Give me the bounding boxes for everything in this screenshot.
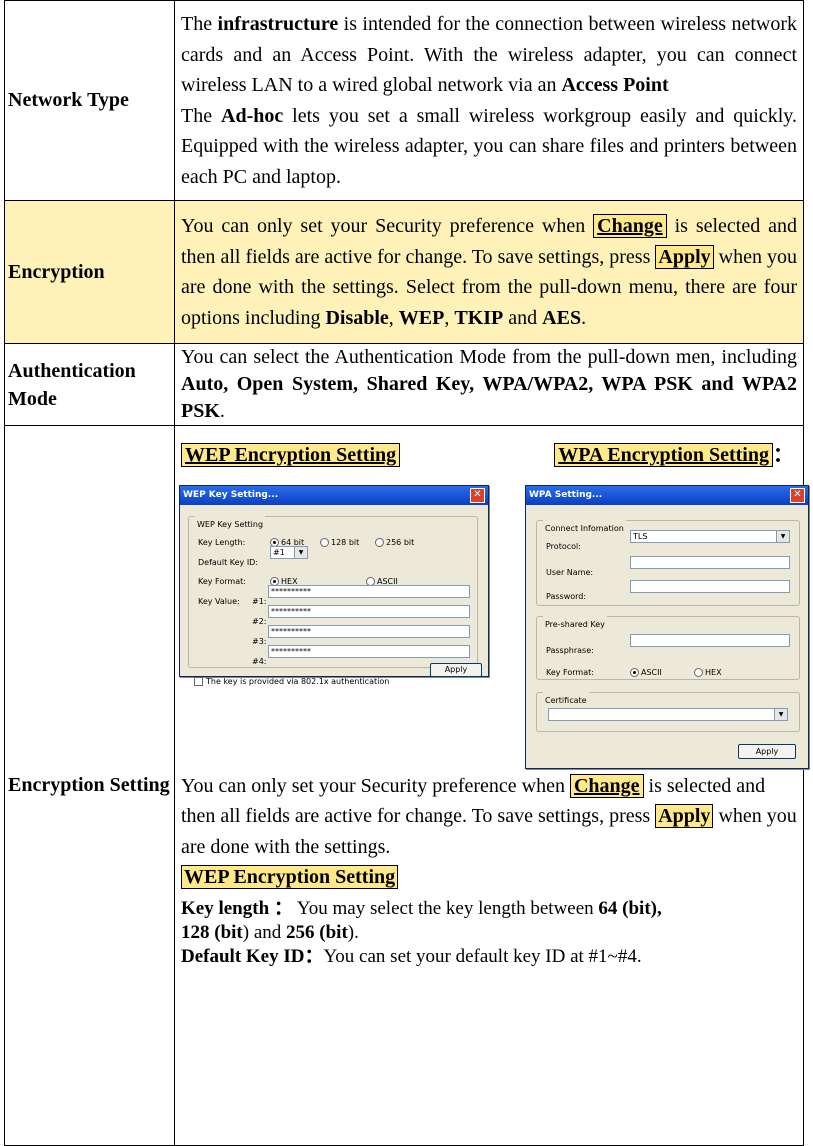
radio-256[interactable]: 256 bit <box>375 528 414 559</box>
wpa-apply-button[interactable]: Apply <box>738 743 796 759</box>
wpa-heading: WPA Encryption Setting <box>554 443 773 467</box>
text: HEX <box>705 667 722 677</box>
text: ). <box>347 921 359 943</box>
infrastructure-term: infrastructure <box>217 13 339 35</box>
wep-dialog: WEP Key Setting... ✕ WEP Key Setting Key … <box>179 484 489 686</box>
text: , <box>444 306 455 329</box>
apply-button-ref: Apply <box>655 804 714 828</box>
close-icon[interactable]: ✕ <box>790 487 805 503</box>
8021x-checkbox[interactable]: The key is provided via 802.1x authentic… <box>194 667 389 698</box>
dialog-screenshots: WEP Key Setting... ✕ WEP Key Setting Key … <box>179 479 809 769</box>
wpa-radio-hex[interactable]: HEX <box>694 658 722 689</box>
change-button-ref: Change <box>593 214 667 238</box>
dialog-headings: WEP Encryption Setting WPA Encryption Se… <box>181 426 797 471</box>
option-disable: Disable <box>325 306 389 329</box>
wep-subheading: WEP Encryption Setting <box>181 865 399 889</box>
text: ： <box>773 444 793 466</box>
wep-titlebar: WEP Key Setting... ✕ <box>180 485 488 505</box>
text: 64 (bit), <box>598 897 662 919</box>
wep-title: WEP Key Setting... <box>183 489 279 500</box>
label-encryption: Encryption <box>4 200 175 344</box>
key1-input[interactable]: ********** <box>268 584 470 598</box>
access-point-term: Access Point <box>561 74 669 96</box>
chevron-down-icon: ▼ <box>294 546 307 558</box>
text: You can only set your Security preferenc… <box>181 215 594 237</box>
wpa-dialog: WPA Setting... ✕ Connect Infomation Proto… <box>525 484 809 769</box>
password-input[interactable] <box>630 579 790 593</box>
text: 128 (bit <box>181 921 243 943</box>
passphrase-input[interactable] <box>630 633 790 647</box>
row-encryption: Encryption You can only set your Securit… <box>4 200 804 344</box>
row-network-type: Network Type The infrastructure is inten… <box>4 0 804 201</box>
key3-input[interactable]: ********** <box>268 624 470 638</box>
username-input[interactable] <box>630 555 790 569</box>
desc-authentication: You can select the Authentication Mode f… <box>174 343 804 426</box>
desc-encryption-setting: WEP Encryption Setting WPA Encryption Se… <box>174 425 809 1146</box>
text: . <box>581 306 587 329</box>
text: Key length ： <box>181 897 293 919</box>
adhoc-term: Ad-hoc <box>221 104 284 127</box>
text: and <box>503 306 543 329</box>
text: ASCII <box>641 667 662 677</box>
wpa-radio-ascii[interactable]: ASCII <box>630 658 662 689</box>
auth-modes: Auto, Open System, Shared Key, WPA/WPA2,… <box>181 373 797 422</box>
text: Default Key ID： <box>181 945 324 967</box>
wpa-key-format-label: Key Format: <box>546 667 594 677</box>
default-key-select[interactable]: #1 ▼ <box>270 545 308 559</box>
wep-heading: WEP Encryption Setting <box>181 443 401 467</box>
adhoc-paragraph: The Ad-hoc lets you set a small wireless… <box>181 101 797 193</box>
label-encryption-setting: Encryption Setting <box>4 425 175 1146</box>
change-button-ref: Change <box>569 773 644 798</box>
password-label: Password: <box>546 591 587 601</box>
row-encryption-setting: Encryption Setting WEP Encryption Settin… <box>4 425 809 1146</box>
document-page: Network Type The infrastructure is inten… <box>0 0 813 1146</box>
text: 128 bit <box>331 537 360 547</box>
desc-encryption: You can only set your Security preferenc… <box>174 200 804 344</box>
key2-input[interactable]: ********** <box>268 604 470 618</box>
text: The <box>181 13 218 35</box>
key-value-label: Key Value: <box>198 596 240 606</box>
text: The key is provided via 802.1x authentic… <box>206 676 390 686</box>
apply-button-ref: Apply <box>655 244 714 269</box>
after-text: You can only set your Security preferenc… <box>181 769 797 969</box>
desc-network-type: The infrastructure is intended for the c… <box>174 0 804 201</box>
wep-apply-button[interactable]: Apply <box>430 662 482 677</box>
settings-table: Network Type The infrastructure is inten… <box>4 0 809 1146</box>
text: You can select the Authentication Mode f… <box>181 346 797 368</box>
radio-128[interactable]: 128 bit <box>320 528 359 559</box>
wpa-title: WPA Setting... <box>529 489 603 500</box>
infrastructure-paragraph: The infrastructure is intended for the c… <box>181 9 797 101</box>
chevron-down-icon: ▼ <box>774 708 787 720</box>
text: You may select the key length between <box>292 897 599 919</box>
wpa-titlebar: WPA Setting... ✕ <box>526 485 808 505</box>
text: 256 bit <box>386 537 415 547</box>
row-authentication: Authentication Mode You can select the A… <box>4 343 804 426</box>
text: You can only set your Security preferenc… <box>181 774 570 797</box>
text: ) and <box>242 921 287 943</box>
label-authentication: Authentication Mode <box>4 343 175 426</box>
text: TLS <box>633 531 648 541</box>
option-aes: AES <box>542 306 582 329</box>
close-icon[interactable]: ✕ <box>470 487 485 503</box>
text: . <box>219 400 225 422</box>
text: The <box>181 104 221 127</box>
chevron-down-icon: ▼ <box>776 530 789 542</box>
text: 256 (bit <box>286 921 348 943</box>
option-tkip: TKIP <box>454 306 504 329</box>
protocol-select[interactable]: TLS ▼ <box>630 529 790 543</box>
certificate-select[interactable]: ▼ <box>548 707 788 721</box>
key-length-desc: Key length ： You may select the key leng… <box>181 893 797 969</box>
label-network-type: Network Type <box>4 0 175 201</box>
text: , <box>388 306 399 329</box>
key4-input[interactable]: ********** <box>268 644 470 658</box>
text: #1 <box>273 547 285 557</box>
text: You can set your default key ID at #1~#4… <box>323 945 642 967</box>
option-wep: WEP <box>398 306 445 329</box>
